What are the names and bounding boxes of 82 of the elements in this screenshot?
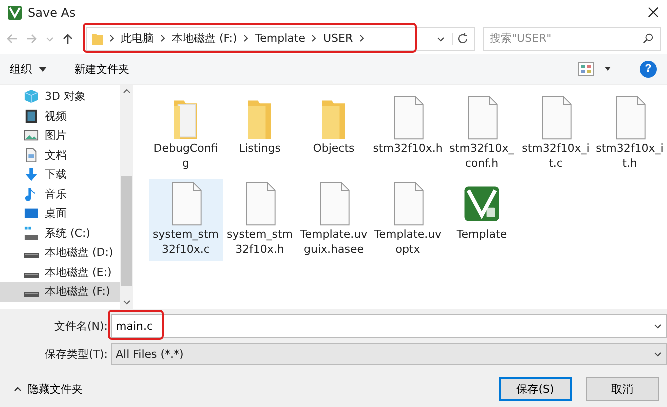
file-name: stm32f10x_conf.h xyxy=(448,141,516,171)
caret-icon xyxy=(654,350,662,358)
file-item[interactable]: stm32f10x_it.c xyxy=(519,93,593,175)
caret-icon[interactable] xyxy=(604,65,612,73)
view-options-icon[interactable] xyxy=(578,62,594,76)
file-name: stm32f10x_it.h xyxy=(595,141,665,171)
cube-icon xyxy=(24,89,39,104)
file-item[interactable]: Template.uvguix.hasee xyxy=(297,179,371,261)
search-field[interactable]: 搜索"USER" xyxy=(483,26,661,50)
filename-field[interactable]: main.c xyxy=(111,314,667,338)
chevron-icon xyxy=(360,35,364,42)
file-name: system_stm32f10x.c xyxy=(152,227,220,257)
drive-icon xyxy=(24,253,39,258)
file-name: Template.uvguix.hasee xyxy=(299,227,369,257)
file-name: stm32f10x.h xyxy=(373,141,443,156)
chevron-icon xyxy=(312,35,316,42)
address-bar[interactable]: 此电脑 本地磁盘 (F:) Template USER xyxy=(86,26,475,50)
sidebar-item[interactable]: 桌面 xyxy=(0,204,120,224)
refresh-icon[interactable] xyxy=(452,32,469,44)
search-icon xyxy=(643,32,654,44)
breadcrumb[interactable]: USER xyxy=(323,32,354,45)
file-name: system_stm32f10x.h xyxy=(226,227,294,257)
film-icon xyxy=(24,108,39,124)
file-item[interactable]: system_stm32f10x.c xyxy=(149,179,223,261)
cancel-button[interactable]: 取消 xyxy=(586,377,659,401)
file-item[interactable]: stm32f10x.h xyxy=(371,93,445,175)
sidebar-item[interactable]: 本地磁盘 (F:) xyxy=(0,282,120,302)
file-item[interactable]: system_stm32f10x.h xyxy=(223,179,297,261)
file-item[interactable]: stm32f10x_conf.h xyxy=(445,93,519,175)
breadcrumb[interactable]: 本地磁盘 (F:) xyxy=(172,31,238,46)
sidebar-item[interactable]: 视频 xyxy=(0,106,120,126)
file-name: Template xyxy=(456,227,508,242)
file-item[interactable]: Objects xyxy=(297,93,371,175)
chevron-icon xyxy=(161,35,165,42)
chevron-icon xyxy=(110,35,114,42)
sidebar-item[interactable]: 本地磁盘 (E:) xyxy=(0,262,120,282)
breadcrumb[interactable]: Template xyxy=(255,32,306,45)
caret-icon xyxy=(14,386,22,392)
scroll-up-icon[interactable] xyxy=(122,89,131,94)
drive-icon xyxy=(24,226,39,241)
sidebar-item[interactable]: 文档 xyxy=(0,146,120,165)
down-arrow-icon xyxy=(24,167,39,182)
caret-icon xyxy=(654,322,662,330)
file-name: Template.uvoptx xyxy=(373,227,443,257)
file-name: Objects xyxy=(312,141,356,156)
picture-icon xyxy=(24,128,39,144)
drive-icon xyxy=(24,272,39,278)
sidebar-item[interactable]: 图片 xyxy=(0,126,120,146)
folder-icon xyxy=(92,32,103,46)
drive-icon xyxy=(24,292,39,298)
organize-menu-button[interactable]: 组织 xyxy=(10,62,46,76)
file-item[interactable]: DebugConfig xyxy=(149,93,223,175)
file-item[interactable]: Listings xyxy=(223,93,297,175)
hide-folders-button[interactable]: 隐藏文件夹 xyxy=(8,380,89,398)
chevron-icon xyxy=(244,35,248,42)
file-name: stm32f10x_it.c xyxy=(521,141,591,171)
sidebar-item[interactable]: 音乐 xyxy=(0,184,120,204)
file-name: Listings xyxy=(238,141,282,156)
file-item[interactable]: stm32f10x_it.h xyxy=(593,93,667,175)
sidebar-item[interactable]: 3D 对象 xyxy=(0,87,120,106)
file-item[interactable]: Template.uvoptx xyxy=(371,179,445,261)
document-icon xyxy=(24,148,39,163)
file-type-dropdown[interactable]: All Files (*.*) xyxy=(111,343,667,365)
caret-icon xyxy=(38,66,46,72)
dropdown-caret-icon[interactable] xyxy=(437,34,445,42)
app-icon xyxy=(8,6,22,20)
scroll-down-icon[interactable] xyxy=(122,300,131,305)
scrollbar[interactable] xyxy=(120,85,133,309)
file-item[interactable]: Template xyxy=(445,179,519,261)
breadcrumb[interactable]: 此电脑 xyxy=(121,31,154,46)
up-arrow-icon[interactable] xyxy=(62,32,74,44)
window-title: Save As xyxy=(28,6,76,20)
close-icon[interactable] xyxy=(648,7,659,18)
save-button[interactable]: 保存(S) xyxy=(499,377,572,401)
sidebar-item[interactable]: 系统 (C:) xyxy=(0,224,120,243)
field-label: 文件名(N): xyxy=(53,318,109,334)
new-folder-button[interactable]: 新建文件夹 xyxy=(74,62,130,76)
sidebar-item[interactable]: 下载 xyxy=(0,165,120,184)
help-button[interactable]: ? xyxy=(640,60,657,78)
field-label: 保存类型(T): xyxy=(44,346,109,362)
file-name: DebugConfig xyxy=(152,141,220,171)
sidebar-item[interactable]: 本地磁盘 (D:) xyxy=(0,243,120,262)
